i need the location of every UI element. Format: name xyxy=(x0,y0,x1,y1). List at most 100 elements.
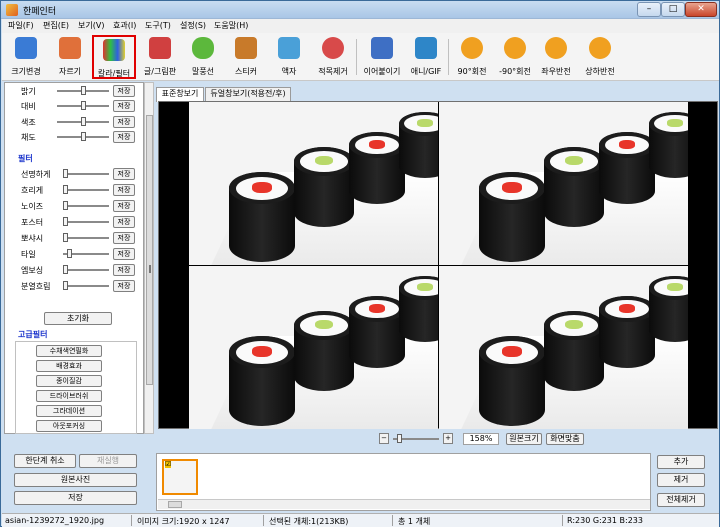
rotate-90-button[interactable]: 90°회전 xyxy=(454,35,490,79)
poster-slider-thumb[interactable] xyxy=(63,217,68,226)
adjust-panel: 밝기 저장 대비 저장 색조 저장 채도 저장 필터 선명하게 저장 흐리게 저… xyxy=(4,82,144,434)
image-thumbnail[interactable]: ☑ xyxy=(162,459,198,495)
noise-save-button[interactable]: 저장 xyxy=(113,200,135,212)
menu-edit[interactable]: 편집(E) xyxy=(43,20,69,31)
brightness-slider-thumb[interactable] xyxy=(80,86,86,95)
original-photo-button[interactable]: 원본사진 xyxy=(14,473,137,487)
zoom-in-button[interactable]: + xyxy=(443,433,453,444)
contrast-save-button[interactable]: 저장 xyxy=(113,100,135,112)
frame-button[interactable]: 액자 xyxy=(271,35,307,79)
blur-slider[interactable] xyxy=(63,189,109,191)
flip-vertical-button[interactable]: 상하반전 xyxy=(582,35,618,79)
sharpen-slider[interactable] xyxy=(63,173,109,175)
blur-slider-thumb[interactable] xyxy=(63,185,68,194)
panel-scrollbar[interactable] xyxy=(144,82,154,434)
reset-button[interactable]: 초기화 xyxy=(44,312,112,325)
soft-glow-slider[interactable] xyxy=(63,237,109,239)
zoom-out-button[interactable]: − xyxy=(379,433,389,444)
sharpen-save-button[interactable]: 저장 xyxy=(113,168,135,180)
text-drawing-button[interactable]: 글/그림판 xyxy=(138,35,182,79)
soft-glow-slider-thumb[interactable] xyxy=(63,233,68,242)
roll-filling xyxy=(368,139,386,149)
sticker-icon xyxy=(235,37,257,59)
add-image-button[interactable]: 추가 xyxy=(657,455,705,469)
soft-glow-save-button[interactable]: 저장 xyxy=(113,232,135,244)
menu-file[interactable]: 파일(F) xyxy=(8,20,34,31)
maximize-button[interactable]: □ xyxy=(661,2,685,17)
background-effect-button[interactable]: 배경효과 xyxy=(36,360,102,372)
close-button[interactable]: ✕ xyxy=(685,2,717,17)
color-filter-button[interactable]: 칼라/필터 xyxy=(92,35,136,79)
blur-label: 흐리게 xyxy=(21,186,44,195)
split-blur-slider-thumb[interactable] xyxy=(63,281,68,290)
minimize-button[interactable]: – xyxy=(637,2,661,17)
merge-icon xyxy=(371,37,393,59)
gradation-button[interactable]: 그라데이션 xyxy=(36,405,102,417)
toolbar-divider xyxy=(448,39,449,75)
poster-save-button[interactable]: 저장 xyxy=(113,216,135,228)
animation-gif-button[interactable]: 애니/GIF xyxy=(406,35,446,79)
sharpen-slider-thumb[interactable] xyxy=(63,169,68,178)
status-filename: asian-1239272_1920.jpg xyxy=(5,516,105,525)
filter-row: 선명하게 저장 xyxy=(5,166,145,182)
sticker-button[interactable]: 스티커 xyxy=(228,35,264,79)
hue-label: 색조 xyxy=(21,118,36,127)
zoom-slider-thumb[interactable] xyxy=(397,434,403,443)
emboss-slider-thumb[interactable] xyxy=(63,265,68,274)
crop-icon xyxy=(59,37,81,59)
resize-button[interactable]: 크기변경 xyxy=(6,35,46,79)
hue-slider-thumb[interactable] xyxy=(80,117,86,126)
status-divider xyxy=(263,515,264,526)
watercolor-pencil-button[interactable]: 수채색연필화 xyxy=(36,345,102,357)
crop-button[interactable]: 자르기 xyxy=(50,35,90,79)
fit-screen-button[interactable]: 화면맞춤 xyxy=(546,433,584,445)
save-button[interactable]: 저장 xyxy=(14,491,137,505)
poster-slider[interactable] xyxy=(63,221,109,223)
menu-settings[interactable]: 설정(S) xyxy=(180,20,206,31)
splitter-handle[interactable]: ‖ xyxy=(148,264,152,273)
saturation-slider-thumb[interactable] xyxy=(80,132,86,141)
image-viewer[interactable] xyxy=(158,101,718,429)
saturation-save-button[interactable]: 저장 xyxy=(113,131,135,143)
rotate-minus-90-button[interactable]: -90°회전 xyxy=(496,35,534,79)
status-selected: 선택된 개체:1(213KB) xyxy=(269,517,349,526)
contrast-slider-thumb[interactable] xyxy=(80,101,86,110)
blur-save-button[interactable]: 저장 xyxy=(113,184,135,196)
tab-dual-view[interactable]: 듀얼창보기(적용전/후) xyxy=(205,87,291,101)
flip-horizontal-button[interactable]: 좌우반전 xyxy=(538,35,574,79)
split-blur-save-button[interactable]: 저장 xyxy=(113,280,135,292)
remove-image-button[interactable]: 제거 xyxy=(657,473,705,487)
split-blur-slider[interactable] xyxy=(63,285,109,287)
undo-button[interactable]: 한단계 취소 xyxy=(14,454,76,468)
status-divider xyxy=(131,515,132,526)
menu-tools[interactable]: 도구(T) xyxy=(145,20,171,31)
emboss-save-button[interactable]: 저장 xyxy=(113,264,135,276)
status-divider xyxy=(562,515,563,526)
advanced-filter-list: 수채색연필화 배경효과 종이질감 드라이브러쉬 그라데이션 아웃포커싱 xyxy=(15,341,137,434)
original-size-button[interactable]: 원본크기 xyxy=(506,433,542,445)
noise-slider-thumb[interactable] xyxy=(63,201,68,210)
paper-texture-button[interactable]: 종이질감 xyxy=(36,375,102,387)
hue-save-button[interactable]: 저장 xyxy=(113,116,135,128)
merge-button[interactable]: 이어붙이기 xyxy=(360,35,404,79)
menu-effect[interactable]: 효과(I) xyxy=(113,20,136,31)
tile-slider-thumb[interactable] xyxy=(67,249,73,258)
tab-standard-view[interactable]: 표준창보기 xyxy=(156,87,204,102)
menu-view[interactable]: 보기(V) xyxy=(78,20,104,31)
brightness-save-button[interactable]: 저장 xyxy=(113,85,135,97)
out-focusing-button[interactable]: 아웃포커싱 xyxy=(36,420,102,432)
menu-help[interactable]: 도움말(H) xyxy=(214,20,248,31)
tile-save-button[interactable]: 저장 xyxy=(113,248,135,260)
image-list-scrollbar-thumb[interactable] xyxy=(168,501,182,508)
panel-scrollbar-thumb[interactable] xyxy=(146,115,153,385)
redo-button[interactable]: 재실행 xyxy=(79,454,137,468)
noise-slider[interactable] xyxy=(63,205,109,207)
dry-brush-button[interactable]: 드라이브러쉬 xyxy=(36,390,102,402)
image-list-scrollbar[interactable] xyxy=(158,499,650,509)
status-bar: asian-1239272_1920.jpg 이미지 크기:1920 x 124… xyxy=(2,513,719,527)
emboss-slider[interactable] xyxy=(63,269,109,271)
remove-all-button[interactable]: 전체제거 xyxy=(657,493,705,507)
speech-bubble-button[interactable]: 말풍선 xyxy=(185,35,221,79)
red-eye-button[interactable]: 적목제거 xyxy=(313,35,353,79)
image-list[interactable]: ☑ xyxy=(156,453,651,511)
